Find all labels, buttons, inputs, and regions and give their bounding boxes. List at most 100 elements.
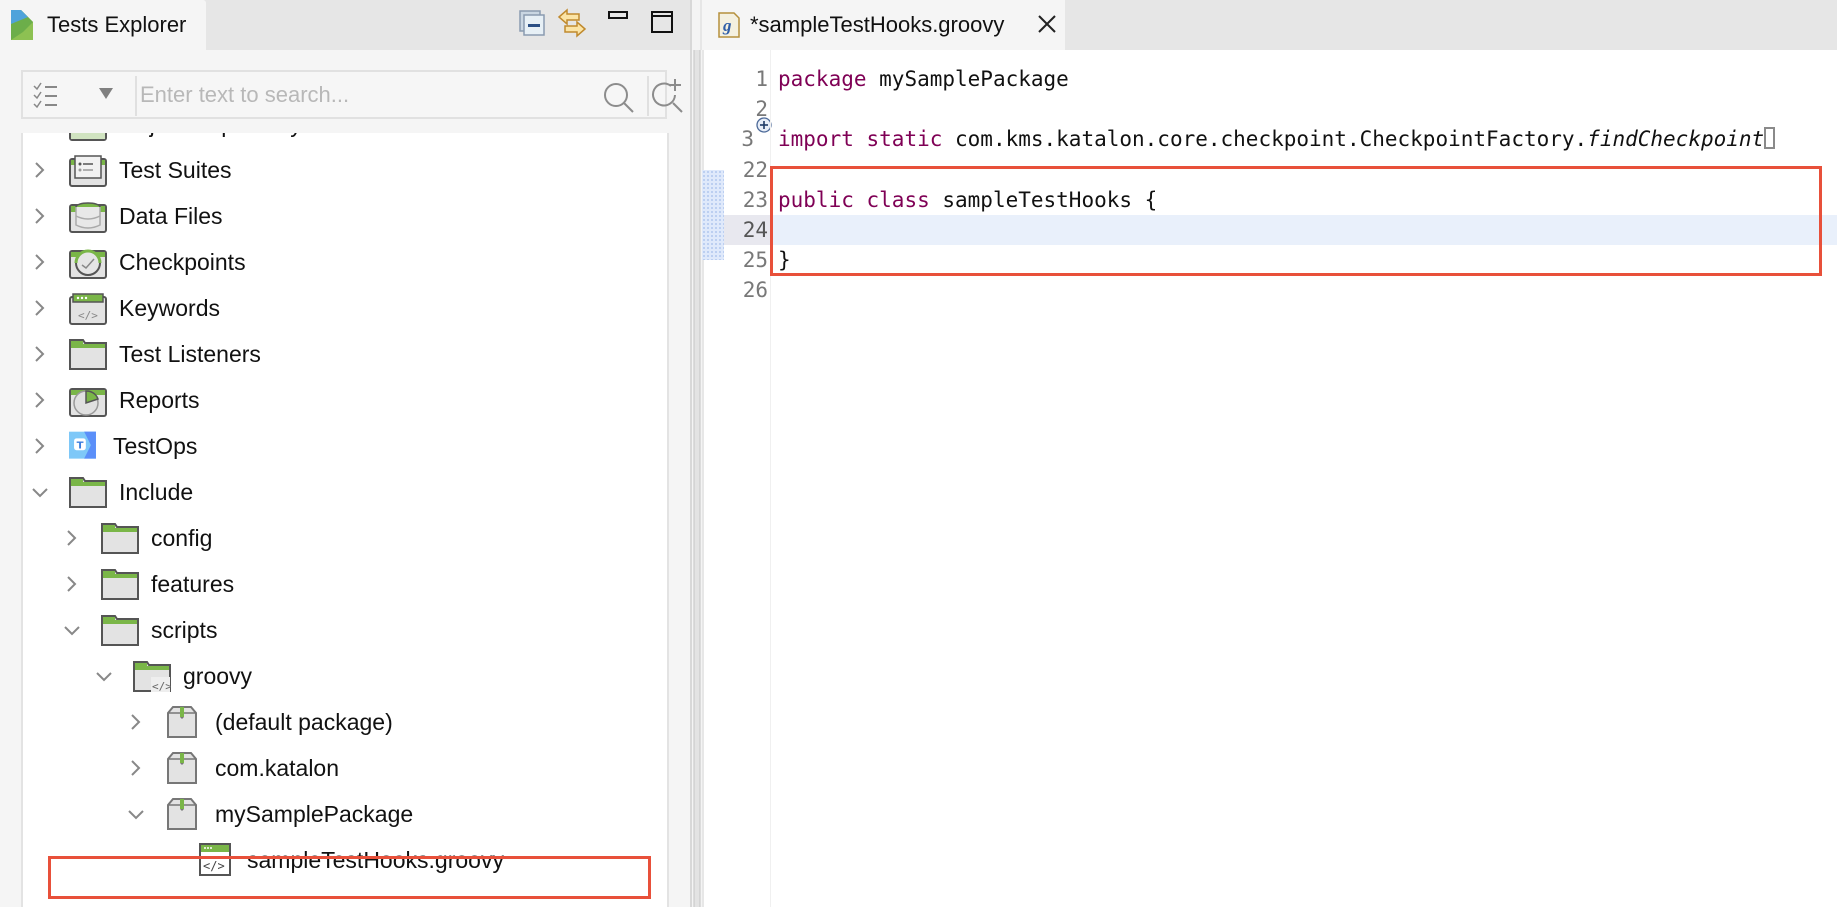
line-number: 24 [724, 215, 770, 245]
folder-icon [69, 339, 107, 370]
tree-item-label: com.katalon [215, 755, 340, 781]
code-keyword: class [866, 187, 930, 212]
test-suites-icon [69, 155, 107, 187]
source-folder-icon: </> [133, 661, 171, 693]
tree-item-label: Keywords [119, 295, 220, 321]
tree-item-include[interactable]: Include [23, 472, 667, 512]
katalon-logo-icon [11, 10, 33, 40]
tree-item-reports[interactable]: Reports [23, 380, 667, 420]
chevron-right-icon[interactable] [31, 253, 49, 271]
chevron-down-icon[interactable] [127, 805, 145, 823]
tree-item-label: Include [119, 479, 194, 505]
tree-item-com-katalon[interactable]: com.katalon [23, 748, 667, 788]
line-number: 26 [742, 278, 768, 303]
chevron-right-icon[interactable] [127, 759, 145, 777]
code-line[interactable]: } [778, 245, 791, 275]
tree-item-groovy[interactable]: </> groovy [23, 656, 667, 696]
current-line-highlight [771, 215, 1837, 245]
tab-tests-explorer[interactable]: Tests Explorer [0, 0, 206, 50]
filter-checklist-icon[interactable] [33, 82, 61, 110]
chevron-down-icon[interactable] [95, 667, 113, 685]
data-files-icon [69, 202, 107, 233]
groovy-g-icon: g [718, 12, 740, 38]
code-line[interactable]: public class sampleTestHooks { [778, 185, 1157, 215]
svg-text:</>: </> [78, 309, 98, 322]
tab-sampleTestHooks[interactable]: g *sampleTestHooks.groovy [702, 0, 1065, 50]
tree-item-checkpoints[interactable]: Checkpoints [23, 242, 667, 282]
link-with-editor-icon[interactable] [557, 8, 587, 38]
tree-item-label: features [151, 571, 235, 597]
collapse-all-icon[interactable] [517, 8, 547, 38]
maximize-icon[interactable] [648, 8, 678, 38]
tree-item-keywords[interactable]: </> Keywords [23, 288, 667, 328]
folder-icon [101, 615, 139, 646]
tree-item-sampletesthooks-groovy[interactable]: </> sampleTestHooks.groovy [23, 840, 667, 880]
chevron-right-icon[interactable] [31, 161, 49, 179]
line-number: 1 [755, 67, 768, 91]
code-token: findCheckpoint [1587, 127, 1765, 152]
tree-item-label: Reports [119, 387, 200, 413]
line-number: 25 [742, 248, 768, 273]
line-number-gutter: 1 2 3 22 23 24 25 26 [724, 50, 770, 907]
package-icon [167, 752, 197, 784]
tree-item-data-files[interactable]: Data Files [23, 196, 667, 236]
chevron-right-icon[interactable] [127, 713, 145, 731]
chevron-right-icon[interactable] [63, 575, 81, 593]
object-repository-icon [69, 133, 107, 141]
tests-explorer-panel: Tests Explorer Enter text to search... T… [0, 0, 690, 907]
svg-text:T: T [77, 441, 84, 452]
folded-code-indicator[interactable] [1764, 127, 1776, 150]
groovy-file-icon: </> [199, 843, 231, 876]
code-line[interactable]: package mySamplePackage [778, 64, 1069, 94]
advanced-search-icon[interactable] [651, 78, 685, 114]
explorer-title: Tests Explorer [47, 12, 187, 37]
sash-handle[interactable] [692, 50, 702, 907]
code-area[interactable]: package mySamplePackage import static com… [770, 50, 1837, 907]
folder-icon [101, 569, 139, 600]
tree-item-label: Test Listeners [119, 341, 261, 367]
search-bar [21, 70, 683, 119]
chevron-right-icon[interactable] [63, 529, 81, 547]
chevron-right-icon[interactable] [31, 391, 49, 409]
testops-icon: T [69, 431, 96, 459]
folder-icon [101, 523, 139, 554]
code-line[interactable]: import static com.kms.katalon.core.check… [778, 124, 1776, 154]
code-keyword: static [866, 127, 943, 152]
minimize-icon[interactable] [605, 8, 635, 38]
keywords-icon: </> [69, 293, 107, 325]
chevron-right-icon[interactable] [31, 207, 49, 225]
checkpoints-icon [69, 249, 107, 279]
code-keyword: package [778, 67, 867, 91]
chevron-right-icon[interactable] [31, 299, 49, 317]
search-input[interactable] [140, 77, 590, 113]
filter-dropdown-icon[interactable] [99, 88, 113, 99]
tree-item-object-repository[interactable]: Object Repository [23, 133, 667, 144]
package-icon [167, 798, 197, 830]
folder-icon [69, 477, 107, 508]
search-separator [135, 76, 137, 116]
tree-item-label: mySamplePackage [215, 801, 414, 827]
change-indicator-strip [702, 170, 726, 260]
tree-item-label: sampleTestHooks.groovy [247, 847, 504, 873]
tree-item-config[interactable]: config [23, 518, 667, 558]
tree-item-mysamplepackage[interactable]: mySamplePackage [23, 794, 667, 834]
close-icon[interactable] [1037, 14, 1057, 34]
tree-item-scripts[interactable]: scripts [23, 610, 667, 650]
chevron-down-icon[interactable] [63, 621, 81, 639]
tree-item-label: Checkpoints [119, 249, 246, 275]
tree-item-testops[interactable]: T TestOps [23, 426, 667, 466]
tree-item-label: config [151, 525, 213, 551]
tree-item-features[interactable]: features [23, 564, 667, 604]
code-token: } [778, 248, 791, 273]
tree-item-label: Object Repository [119, 133, 302, 138]
tree-item-default-package[interactable]: (default package) [23, 702, 667, 742]
code-keyword: public [778, 187, 854, 212]
chevron-down-icon[interactable] [31, 483, 49, 501]
chevron-right-icon[interactable] [31, 437, 49, 455]
search-icon[interactable] [603, 82, 635, 114]
svg-text:</>: </> [203, 859, 225, 873]
tree-item-test-suites[interactable]: Test Suites [23, 150, 667, 190]
chevron-right-icon[interactable] [31, 345, 49, 363]
tree-item-test-listeners[interactable]: Test Listeners [23, 334, 667, 374]
